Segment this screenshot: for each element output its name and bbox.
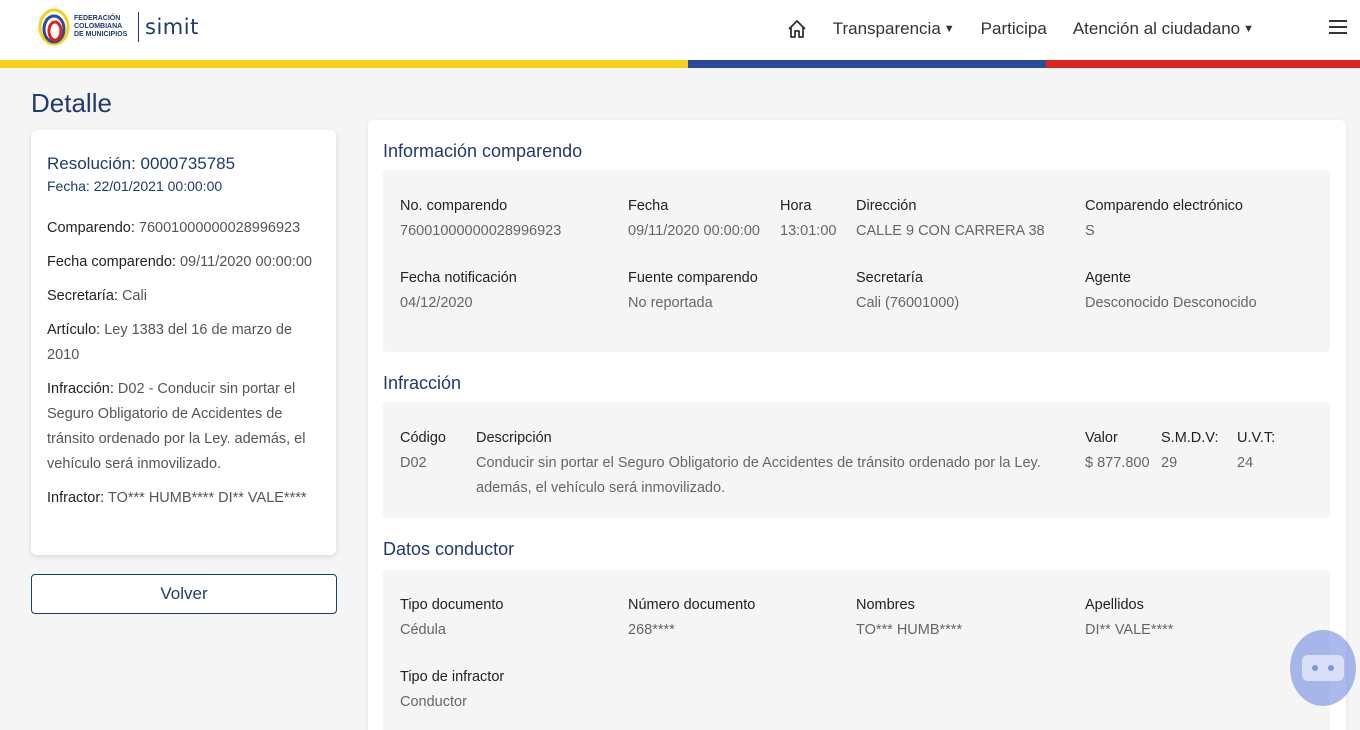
summary-articulo: Artículo: Ley 1383 del 16 de marzo de 20… <box>47 322 293 363</box>
field-tipo-infractor: Tipo de infractor Conductor <box>400 669 505 710</box>
header: FEDERACIÓN COLOMBIANA DE MUNICIPIOS simi… <box>0 0 1360 60</box>
field-smdv: S.M.D.V: 29 <box>1161 430 1219 471</box>
chatbot-button[interactable] <box>1290 630 1356 706</box>
logo-divider <box>138 12 139 42</box>
field-nombres: Nombres TO*** HUMB**** <box>856 597 963 638</box>
home-link[interactable] <box>787 19 807 39</box>
field-no-comparendo: No. comparendo 76001000000028996923 <box>400 198 562 239</box>
summary-card: Resolución: 0000735785 Fecha: 22/01/2021… <box>31 130 336 555</box>
hamburger-menu-button[interactable] <box>1328 18 1348 41</box>
nav-participa-label: Participa <box>980 19 1047 38</box>
resolution-number: Resolución: 0000735785 <box>47 154 236 173</box>
field-descripcion: Descripción Conducir sin portar el Seguro… <box>476 430 1041 496</box>
field-uvt: U.V.T: 24 <box>1237 430 1276 471</box>
nav-atencion-label: Atención al ciudadano <box>1072 19 1241 38</box>
info-box: No. comparendo 76001000000028996923 Fecha… <box>383 170 1330 352</box>
main-nav: Transparencia ▼ Participa Atención al ci… <box>787 0 1360 58</box>
field-agente: Agente Desconocido Desconocido <box>1085 270 1257 311</box>
summary-secretaria: Secretaría: Cali <box>47 288 147 304</box>
flag-stripe <box>0 60 1360 68</box>
field-fecha: Fecha 09/11/2020 00:00:00 <box>628 198 760 239</box>
fcm-logo-text: FEDERACIÓN COLOMBIANA DE MUNICIPIOS <box>74 15 128 38</box>
caret-down-icon: ▼ <box>943 23 955 35</box>
field-tipo-documento: Tipo documento Cédula <box>400 597 504 638</box>
field-codigo: Código D02 <box>400 430 446 471</box>
conductor-box: Tipo documento Cédula Número documento 268… <box>383 570 1330 730</box>
section-title-conductor: Datos conductor <box>383 539 515 559</box>
summary-comparendo: Comparendo: 76001000000028996923 <box>47 220 301 236</box>
caret-down-icon: ▼ <box>1243 23 1254 35</box>
field-comparendo-electronico: Comparendo electrónico S <box>1085 198 1243 239</box>
summary-fecha-comparendo: Fecha comparendo: 09/11/2020 00:00:00 <box>47 254 312 270</box>
nav-transparencia[interactable]: Transparencia ▼ <box>833 19 955 39</box>
section-title-infraccion: Infracción <box>383 373 462 393</box>
logo[interactable]: FEDERACIÓN COLOMBIANA DE MUNICIPIOS simi… <box>38 4 199 50</box>
detail-panel: Información comparendo No. comparendo 760… <box>368 120 1346 730</box>
field-direccion: Dirección CALLE 9 CON CARRERA 38 <box>856 198 1045 239</box>
page-title: Detalle <box>31 88 112 118</box>
field-valor: Valor $ 877.800 <box>1085 430 1150 471</box>
infraccion-box: Código D02 Descripción Conducir sin portar… <box>383 402 1330 518</box>
summary-infractor: Infractor: TO*** HUMB**** DI** VALE**** <box>47 490 307 506</box>
field-numero-documento: Número documento 268**** <box>628 597 756 638</box>
home-icon <box>788 20 806 38</box>
nav-transparencia-label: Transparencia <box>832 19 941 38</box>
robot-icon <box>1302 655 1344 681</box>
section-title-info: Información comparendo <box>383 141 583 161</box>
nav-atencion[interactable]: Atención al ciudadano ▼ <box>1073 19 1254 39</box>
fcm-logo-icon <box>38 8 70 46</box>
hamburger-menu-icon <box>1329 19 1347 34</box>
field-hora: Hora 13:01:00 <box>780 198 837 239</box>
back-button[interactable]: Volver <box>31 574 337 614</box>
field-fuente-comparendo: Fuente comparendo No reportada <box>628 270 758 311</box>
simit-brand: simit <box>145 15 199 39</box>
summary-infraccion: Infracción: D02 - Conducir sin portar el… <box>47 381 306 472</box>
field-fecha-notificacion: Fecha notificación 04/12/2020 <box>400 270 517 311</box>
resolution-date: Fecha: 22/01/2021 00:00:00 <box>47 178 223 194</box>
nav-participa[interactable]: Participa <box>981 19 1047 39</box>
field-secretaria: Secretaría Cali (76001000) <box>856 270 960 311</box>
field-apellidos: Apellidos DI** VALE**** <box>1085 597 1174 638</box>
